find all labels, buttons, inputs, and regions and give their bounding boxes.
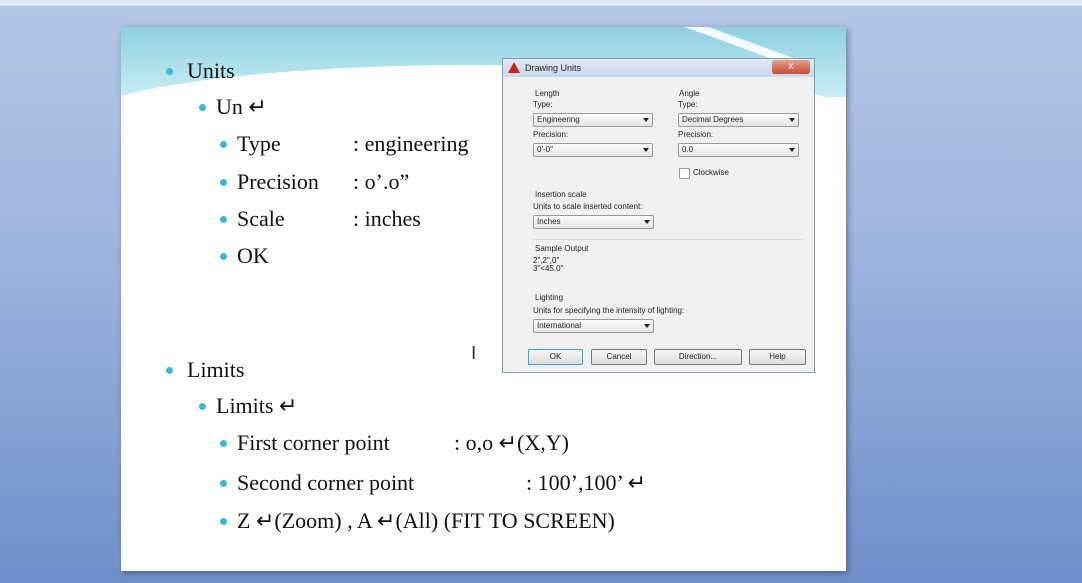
dialog-titlebar: Drawing Units x — [503, 59, 814, 77]
divider — [533, 239, 803, 240]
autocad-logo-icon — [508, 62, 520, 73]
sample-line-2: 3"<45.0" — [533, 264, 564, 273]
bullet-icon — [166, 68, 173, 75]
bullet-icon — [220, 253, 227, 260]
bullet-icon — [166, 367, 173, 374]
lighting-label: Units for specifying the intensity of li… — [533, 306, 685, 315]
cmd-limits: Limits ↵ — [216, 393, 298, 418]
bullet-icon — [220, 141, 227, 148]
ok-button[interactable]: OK — [528, 349, 583, 365]
limits-zoom-label: Z ↵(Zoom) , A ↵(All) (FIT TO SCREEN) — [237, 508, 615, 533]
heading-units: Units — [187, 58, 235, 83]
help-button[interactable]: Help — [749, 349, 806, 365]
bullet-icon — [220, 179, 227, 186]
angle-group-label: Angle — [679, 89, 700, 98]
units-precision-value: : o’.o” — [353, 169, 410, 194]
length-precision-label: Precision: — [533, 130, 569, 139]
chevron-down-icon — [789, 118, 795, 122]
close-button[interactable]: x — [772, 60, 810, 74]
lighting-select[interactable]: International — [533, 319, 654, 333]
limits-second-value: : 100’,100’ ↵ — [526, 470, 647, 495]
units-type-label: Type — [237, 131, 281, 156]
text-cursor-icon: I — [471, 343, 477, 364]
clockwise-checkbox[interactable] — [679, 168, 690, 179]
bullet-icon — [199, 104, 206, 111]
length-precision-select[interactable]: 0'-0" — [533, 143, 653, 157]
units-type-value: : engineering — [353, 131, 469, 156]
heading-limits: Limits — [187, 357, 245, 382]
lighting-value: International — [537, 321, 582, 330]
units-scale-label: Scale — [237, 206, 285, 231]
bullet-icon — [220, 216, 227, 223]
units-scale-value: : inches — [353, 206, 421, 231]
cancel-button[interactable]: Cancel — [591, 349, 647, 365]
angle-precision-select[interactable]: 0.0 — [678, 143, 799, 157]
angle-precision-label: Precision: — [678, 130, 714, 139]
length-precision-value: 0'-0" — [537, 145, 553, 154]
length-group-label: Length — [535, 89, 560, 98]
chevron-down-icon — [643, 148, 649, 152]
top-toolbar — [0, 0, 1082, 7]
sample-group-label: Sample Output — [535, 244, 589, 253]
clockwise-label: Clockwise — [693, 168, 730, 177]
angle-type-select[interactable]: Decimal Degrees — [678, 113, 799, 127]
angle-type-label: Type: — [678, 100, 698, 109]
dialog-title: Drawing Units — [525, 63, 582, 73]
length-type-value: Engineering — [537, 115, 580, 124]
insertion-value: Inches — [537, 217, 561, 226]
bullet-icon — [199, 403, 206, 410]
units-precision-label: Precision — [237, 169, 319, 194]
limits-second-label: Second corner point — [237, 470, 415, 495]
lighting-group-label: Lighting — [535, 293, 564, 302]
angle-precision-value: 0.0 — [682, 145, 694, 154]
chevron-down-icon — [789, 148, 795, 152]
units-ok-label: OK — [237, 243, 269, 268]
insertion-label: Units to scale inserted content: — [533, 202, 643, 211]
length-type-select[interactable]: Engineering — [533, 113, 653, 127]
cmd-units: Un ↵ — [216, 94, 267, 119]
chevron-down-icon — [643, 118, 649, 122]
angle-type-value: Decimal Degrees — [682, 115, 744, 124]
bullet-icon — [220, 480, 227, 487]
insertion-select[interactable]: Inches — [533, 215, 654, 229]
limits-first-value: : o,o ↵(X,Y) — [454, 430, 569, 455]
chevron-down-icon — [644, 324, 650, 328]
limits-first-label: First corner point — [237, 430, 390, 455]
direction-button[interactable]: Direction... — [654, 349, 742, 365]
insertion-group-label: Insertion scale — [535, 190, 587, 199]
length-type-label: Type: — [533, 100, 553, 109]
bullet-icon — [220, 440, 227, 447]
chevron-down-icon — [644, 220, 650, 224]
drawing-units-dialog: Drawing Units x Length Type: Engineering… — [502, 58, 815, 373]
bullet-icon — [220, 518, 227, 525]
